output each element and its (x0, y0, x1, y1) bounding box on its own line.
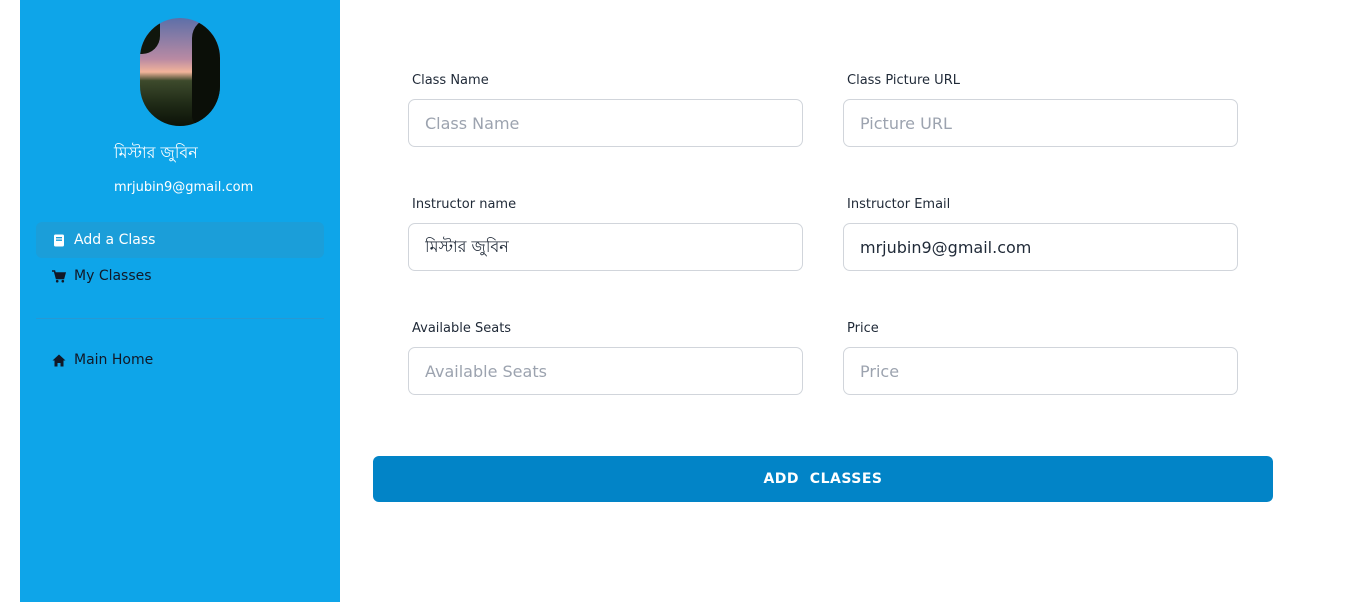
sidebar-item-add-class[interactable]: Add a Class (36, 222, 324, 258)
sidebar-item-label: Add a Class (74, 232, 156, 248)
price-label: Price (847, 321, 879, 336)
user-email: mrjubin9@gmail.com (114, 180, 254, 195)
sidebar-item-my-classes[interactable]: My Classes (36, 258, 324, 294)
home-icon (52, 353, 66, 367)
available-seats-label: Available Seats (412, 321, 512, 336)
sidebar-item-main-home[interactable]: Main Home (36, 342, 324, 378)
instructor-email-label: Instructor Email (847, 197, 951, 212)
class-name-label: Class Name (412, 73, 489, 88)
available-seats-input[interactable] (408, 347, 803, 395)
sidebar: মিস্টার জুবিন mrjubin9@gmail.com Add a C… (20, 0, 340, 602)
class-name-input[interactable] (408, 99, 803, 147)
book-icon (52, 233, 66, 247)
price-input[interactable] (843, 347, 1238, 395)
cart-icon (52, 269, 66, 283)
sidebar-divider (36, 318, 324, 319)
picture-url-input[interactable] (843, 99, 1238, 147)
instructor-name-label: Instructor name (412, 197, 517, 212)
sidebar-item-label: My Classes (74, 268, 152, 284)
avatar (140, 18, 220, 126)
instructor-name-input[interactable] (408, 223, 803, 271)
instructor-email-input[interactable] (843, 223, 1238, 271)
add-classes-button[interactable]: ADD CLASSES (373, 456, 1273, 502)
sidebar-item-label: Main Home (74, 352, 154, 368)
user-name: মিস্টার জুবিন (114, 143, 198, 162)
picture-url-label: Class Picture URL (847, 73, 960, 88)
